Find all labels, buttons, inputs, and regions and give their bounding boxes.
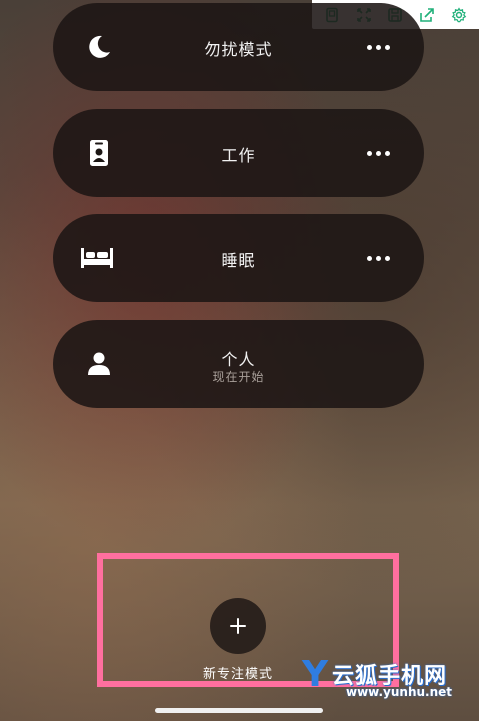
plus-icon — [230, 618, 246, 634]
watermark-url: www.yunhu.net — [346, 685, 453, 699]
more-options-button[interactable] — [364, 33, 392, 61]
focus-card-sleep[interactable]: 睡眠 — [53, 214, 424, 302]
share-icon[interactable] — [417, 5, 437, 25]
focus-card-label: 个人 — [221, 350, 256, 369]
watermark-y: Y — [302, 654, 329, 695]
more-options-button[interactable] — [364, 139, 392, 167]
focus-card-work[interactable]: 工作 — [53, 109, 424, 197]
settings-icon[interactable] — [449, 5, 469, 25]
focus-card-sublabel: 现在开始 — [212, 370, 265, 384]
add-focus-label: 新专注模式 — [202, 667, 273, 682]
watermark-logo: Y 云狐手机网 www.yunhu.net — [302, 654, 472, 702]
home-indicator[interactable] — [155, 708, 323, 713]
focus-card-personal[interactable]: 个人 现在开始 — [53, 320, 424, 408]
add-focus-button[interactable] — [210, 598, 266, 654]
more-options-button[interactable] — [364, 244, 392, 272]
focus-card-do-not-disturb[interactable]: 勿扰模式 — [53, 3, 424, 91]
